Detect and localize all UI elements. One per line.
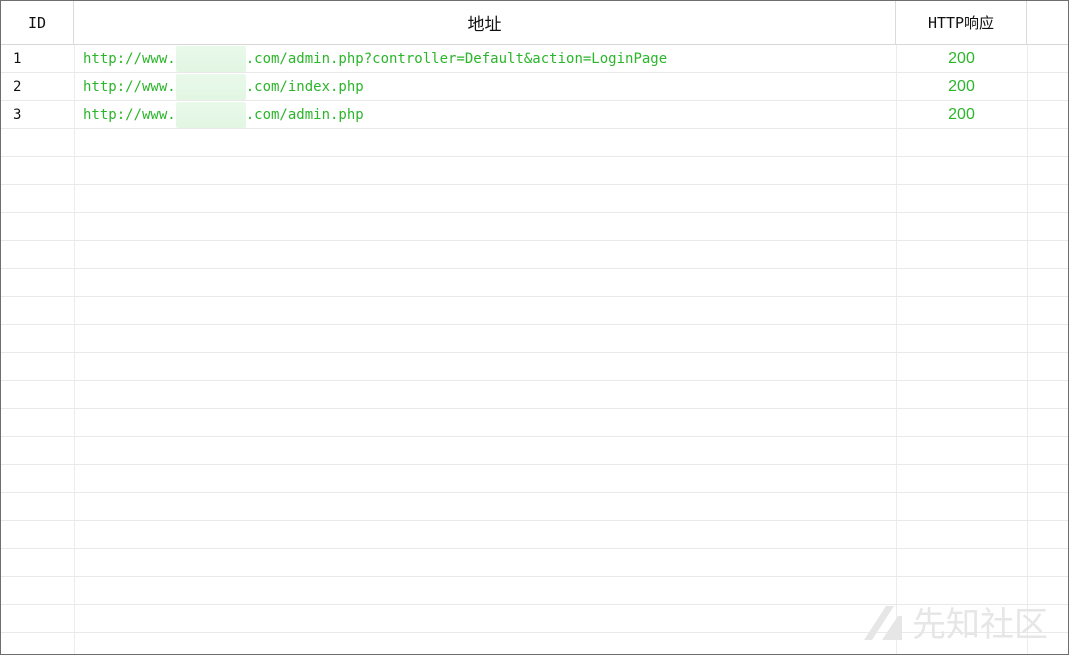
column-header-id[interactable]: ID bbox=[1, 1, 74, 44]
row-gridline bbox=[1, 296, 1068, 297]
url-suffix: .com/index.php bbox=[245, 79, 364, 95]
row-gridline bbox=[1, 548, 1068, 549]
row-gridline bbox=[1, 408, 1068, 409]
row-gridline bbox=[1, 184, 1068, 185]
row-status: 200 bbox=[948, 50, 975, 67]
row-gridline bbox=[1, 492, 1068, 493]
row-gridline bbox=[1, 156, 1068, 157]
results-table: ID 地址 HTTP响应 1 http://www. .com/admin.php… bbox=[0, 0, 1069, 655]
url-suffix: .com/admin.php bbox=[245, 107, 364, 123]
redacted-domain bbox=[175, 102, 246, 128]
row-gridline bbox=[1, 464, 1068, 465]
row-gridline bbox=[1, 352, 1068, 353]
row-gridline bbox=[1, 324, 1068, 325]
xianzhi-logo-icon bbox=[860, 602, 904, 642]
redacted-domain bbox=[175, 74, 246, 100]
row-url[interactable]: http://www. .com/index.php bbox=[83, 73, 364, 101]
row-gridline bbox=[1, 632, 1068, 633]
row-gridline bbox=[1, 604, 1068, 605]
row-gridline bbox=[1, 212, 1068, 213]
column-header-http-response[interactable]: HTTP响应 bbox=[896, 1, 1027, 44]
row-url[interactable]: http://www. .com/admin.php bbox=[83, 101, 364, 129]
row-status: 200 bbox=[948, 106, 975, 123]
row-gridline bbox=[1, 520, 1068, 521]
row-status: 200 bbox=[948, 78, 975, 95]
redacted-domain bbox=[175, 46, 246, 72]
table-row[interactable]: 2 http://www. .com/index.php 200 bbox=[1, 73, 1068, 101]
row-gridline bbox=[1, 436, 1068, 437]
row-gridline bbox=[1, 240, 1068, 241]
table-header: ID 地址 HTTP响应 bbox=[1, 1, 1068, 44]
row-gridline bbox=[1, 576, 1068, 577]
row-id: 1 bbox=[13, 51, 22, 67]
table-row[interactable]: 3 http://www. .com/admin.php 200 bbox=[1, 101, 1068, 129]
row-id: 3 bbox=[13, 107, 22, 123]
url-prefix: http://www. bbox=[83, 79, 176, 95]
row-gridline bbox=[1, 268, 1068, 269]
row-url[interactable]: http://www. .com/admin.php?controller=Def… bbox=[83, 45, 667, 73]
column-header-address[interactable]: 地址 bbox=[74, 1, 896, 44]
url-prefix: http://www. bbox=[83, 51, 176, 67]
url-prefix: http://www. bbox=[83, 107, 176, 123]
table-row[interactable]: 1 http://www. .com/admin.php?controller=D… bbox=[1, 45, 1068, 73]
row-id: 2 bbox=[13, 79, 22, 95]
row-gridline bbox=[1, 380, 1068, 381]
url-suffix: .com/admin.php?controller=Default&action… bbox=[245, 51, 668, 67]
